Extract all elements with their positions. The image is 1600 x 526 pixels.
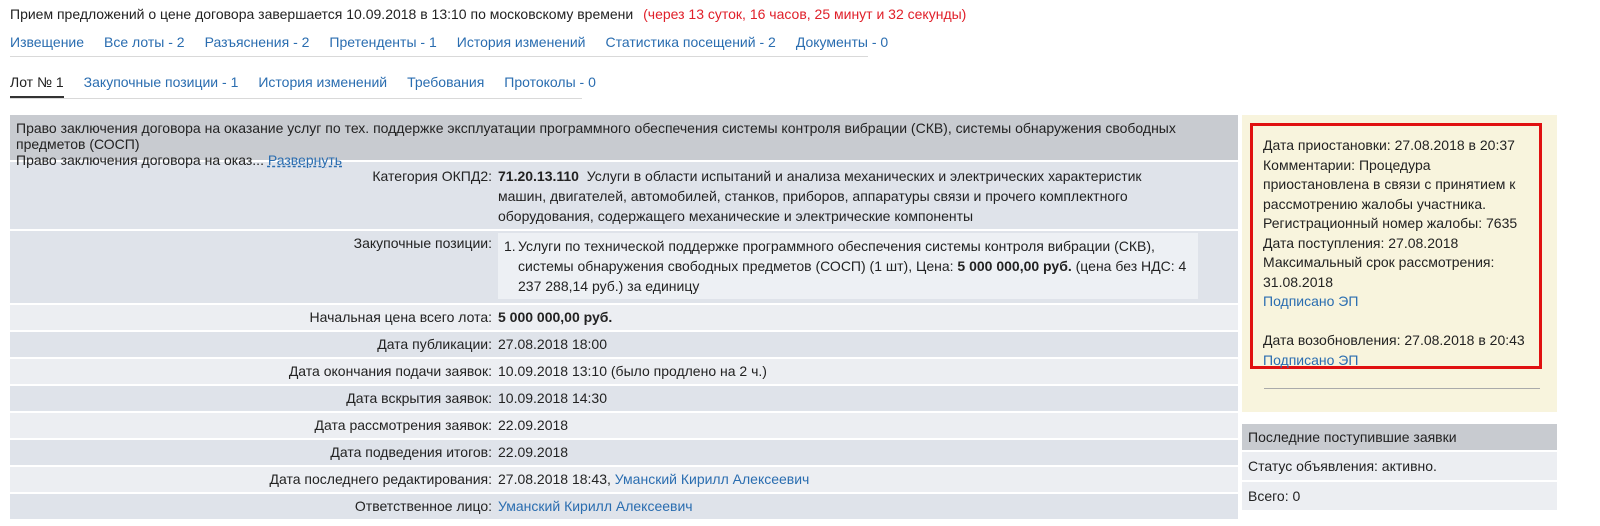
- tab-notice[interactable]: Извещение: [10, 34, 84, 56]
- position-number: 1.: [504, 238, 516, 254]
- received-date: Дата поступления: 27.08.2018: [1263, 234, 1459, 251]
- last-edit-label: Дата последнего редактирования:: [269, 471, 492, 487]
- last-edit-row: Дата последнего редактирования: 27.08.20…: [10, 465, 1238, 492]
- suspension-panel: Дата приостановки: 27.08.2018 в 20:37 Ко…: [1242, 115, 1557, 412]
- position-item: 1. Услуги по технической поддержке прогр…: [498, 233, 1198, 299]
- publication-date-label: Дата публикации:: [377, 336, 492, 352]
- opening-date-row: Дата вскрытия заявок: 10.09.2018 14:30: [10, 384, 1238, 411]
- last-editor-link[interactable]: Уманский Кирилл Алексеевич: [615, 471, 810, 487]
- tab-protocols[interactable]: Протоколы - 0: [504, 74, 596, 98]
- positions-row: Закупочные позиции: 1. Услуги по техниче…: [10, 229, 1238, 303]
- submission-end-value: 10.09.2018 13:10 (было продлено на 2 ч.): [498, 363, 767, 379]
- tab-requirements[interactable]: Требования: [407, 74, 484, 98]
- max-review-term: Максимальный срок рассмотрения: 31.08.20…: [1263, 254, 1495, 290]
- tab-clarifications[interactable]: Разъяснения - 2: [205, 34, 310, 56]
- suspension-date: Дата приостановки: 27.08.2018 в 20:37: [1263, 137, 1515, 153]
- signed-link-2[interactable]: Подписано ЭП: [1263, 352, 1358, 368]
- tab-purchase-positions[interactable]: Закупочные позиции - 1: [84, 74, 239, 98]
- complaint-number: Регистрационный номер жалобы: 7635: [1263, 215, 1518, 231]
- initial-price-value: 5 000 000,00 руб.: [498, 309, 613, 325]
- suspension-highlight: Дата приостановки: 27.08.2018 в 20:37 Ко…: [1250, 123, 1542, 369]
- positions-label: Закупочные позиции:: [353, 235, 492, 251]
- publication-date-row: Дата публикации: 27.08.2018 18:00: [10, 330, 1238, 357]
- position-price: 5 000 000,00 руб.: [957, 258, 1072, 274]
- responsible-person-link[interactable]: Уманский Кирилл Алексеевич: [498, 498, 693, 514]
- results-date-row: Дата подведения итогов: 22.09.2018: [10, 438, 1238, 465]
- latest-applications-header: Последние поступившие заявки: [1242, 424, 1557, 450]
- okpd-label: Категория ОКПД2:: [372, 168, 492, 184]
- okpd-row: Категория ОКПД2: 71.20.13.110 Услуги в о…: [10, 160, 1238, 229]
- review-date-row: Дата рассмотрения заявок: 22.09.2018: [10, 411, 1238, 438]
- procedure-tabs: Извещение Все лоты - 2 Разъяснения - 2 П…: [10, 34, 888, 57]
- suspension-comment: Комментарии: Процедура приостановлена в …: [1263, 156, 1516, 212]
- tab-change-history[interactable]: История изменений: [457, 34, 586, 56]
- tab-applicants[interactable]: Претенденты - 1: [329, 34, 436, 56]
- initial-price-label: Начальная цена всего лота:: [309, 309, 492, 325]
- okpd-value: 71.20.13.110 Услуги в области испытаний …: [498, 166, 1238, 226]
- tab-visit-stats[interactable]: Статистика посещений - 2: [605, 34, 775, 56]
- review-date-value: 22.09.2018: [498, 417, 569, 433]
- results-date-value: 22.09.2018: [498, 444, 569, 460]
- results-date-label: Дата подведения итогов:: [330, 444, 492, 460]
- tab-lot-1[interactable]: Лот № 1: [10, 74, 64, 98]
- opening-date-value: 10.09.2018 14:30: [498, 390, 607, 406]
- okpd-code: 71.20.13.110: [498, 168, 579, 184]
- initial-price-row: Начальная цена всего лота: 5 000 000,00 …: [10, 303, 1238, 330]
- responsible-label: Ответственное лицо:: [354, 498, 492, 514]
- responsible-row: Ответственное лицо: Уманский Кирилл Алек…: [10, 492, 1238, 519]
- countdown-text: (через 13 суток, 16 часов, 25 минут и 32…: [643, 6, 967, 22]
- submission-end-label: Дата окончания подачи заявок:: [288, 363, 492, 379]
- tab-all-lots[interactable]: Все лоты - 2: [104, 34, 185, 56]
- last-edit-value: 27.08.2018 18:43,: [498, 471, 611, 487]
- lot-title: Право заключения договора на оказание ус…: [16, 120, 1176, 152]
- panel-divider: [1264, 388, 1540, 389]
- signed-link-1[interactable]: Подписано ЭП: [1263, 293, 1358, 309]
- resume-date: Дата возобновления: 27.08.2018 в 20:43: [1263, 332, 1525, 348]
- latest-applications: Последние поступившие заявки Статус объя…: [1242, 424, 1557, 510]
- lot-tabs: Лот № 1 Закупочные позиции - 1 История и…: [10, 74, 596, 99]
- publication-date-value: 27.08.2018 18:00: [498, 336, 607, 352]
- deadline-notice: Прием предложений о цене договора заверш…: [10, 6, 966, 22]
- okpd-text: Услуги в области испытаний и анализа мех…: [498, 168, 1142, 224]
- opening-date-label: Дата вскрытия заявок:: [346, 390, 492, 406]
- tab-documents[interactable]: Документы - 0: [796, 34, 888, 56]
- lot-title-block: Право заключения договора на оказание ус…: [10, 115, 1238, 168]
- applications-total: Всего: 0: [1242, 480, 1557, 510]
- deadline-text: Прием предложений о цене договора заверш…: [10, 6, 634, 22]
- announcement-status: Статус объявления: активно.: [1242, 450, 1557, 480]
- positions-value: 1. Услуги по технической поддержке прогр…: [498, 231, 1238, 303]
- lot-details: Право заключения договора на оказание ус…: [10, 115, 1238, 519]
- submission-end-row: Дата окончания подачи заявок: 10.09.2018…: [10, 357, 1238, 384]
- review-date-label: Дата рассмотрения заявок:: [314, 417, 492, 433]
- tab-lot-history[interactable]: История изменений: [258, 74, 387, 98]
